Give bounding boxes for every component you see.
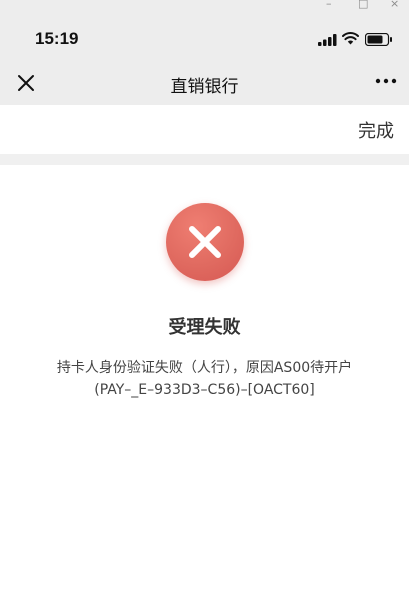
toolbar: 完成 — [0, 105, 409, 154]
battery-icon — [365, 33, 392, 46]
status-bar: 15:19 — [0, 12, 409, 64]
more-options-icon[interactable] — [374, 70, 398, 92]
divider — [0, 154, 409, 165]
result-message: 持卡人身份验证失败（人行），原因AS00待开户 (PAY–_E–933D3–C5… — [30, 357, 379, 401]
wifi-icon — [342, 32, 359, 45]
done-button[interactable]: 完成 — [358, 117, 394, 143]
error-x-icon — [166, 203, 244, 281]
status-time: 15:19 — [35, 29, 79, 48]
result-title: 受理失败 — [168, 317, 241, 338]
window-minimize-button[interactable]: – — [326, 0, 332, 10]
result-message-line2: (PAY–_E–933D3–C56)–[OACT60] — [94, 382, 315, 398]
cellular-signal-icon — [318, 34, 337, 46]
window-close-button[interactable]: × — [390, 0, 399, 10]
page-title: 直销银行 — [170, 77, 239, 97]
window-chrome: – □ × — [0, 0, 409, 12]
result-message-line1: 持卡人身份验证失败（人行），原因AS00待开户 — [56, 360, 353, 376]
window-maximize-button[interactable]: □ — [358, 0, 368, 10]
nav-bar: 直销银行 — [0, 64, 409, 105]
